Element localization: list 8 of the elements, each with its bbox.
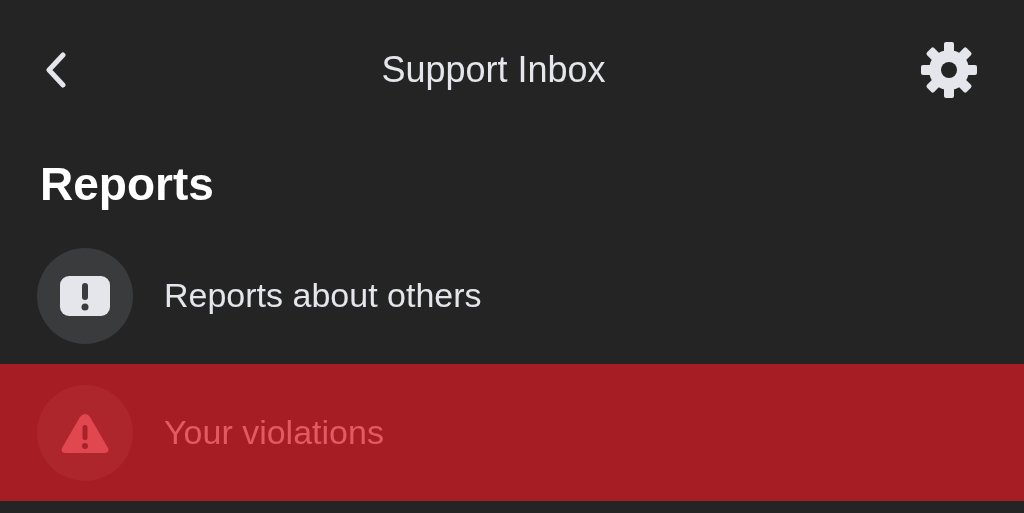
section-heading: Reports <box>39 156 215 212</box>
list-item[interactable]: Reports about others <box>0 227 1024 364</box>
item-label: Reports about others <box>164 276 482 315</box>
alert-icon <box>60 275 110 316</box>
back-icon[interactable] <box>44 52 68 88</box>
item-label: Your violations <box>164 413 384 452</box>
settings-icon[interactable] <box>919 40 979 100</box>
page-title: Support Inbox <box>381 49 606 91</box>
